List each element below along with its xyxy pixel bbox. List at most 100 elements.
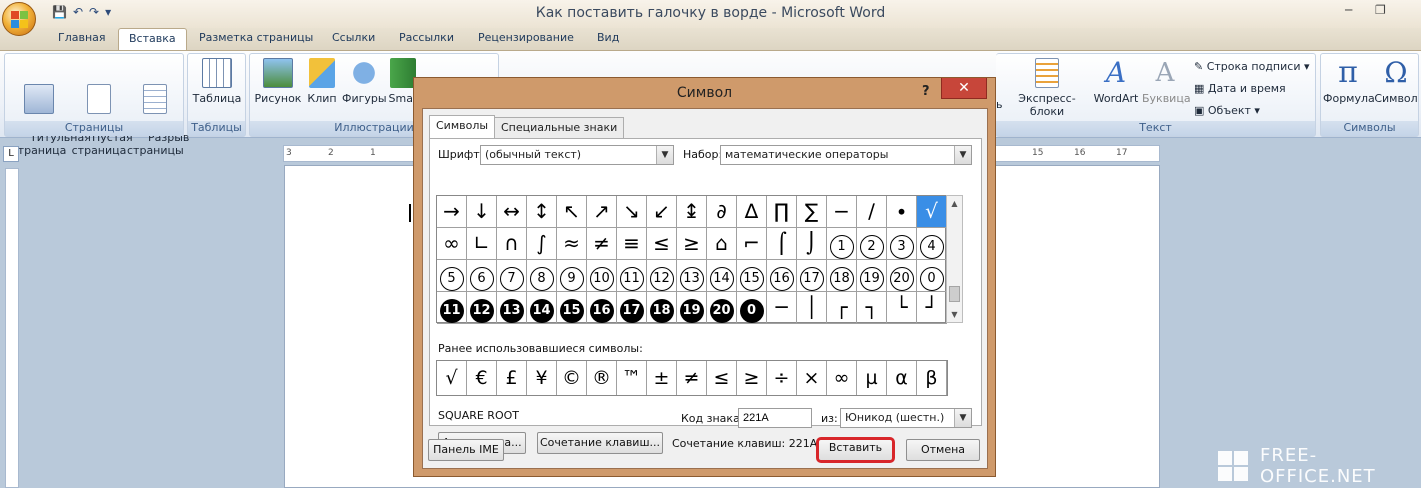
symbol-cell[interactable]: 10 <box>587 260 617 292</box>
symbol-cell[interactable]: → <box>437 196 467 228</box>
symbol-cell[interactable]: 19 <box>677 292 707 324</box>
tab-review[interactable]: Рецензирование <box>478 31 574 44</box>
symbol-cell[interactable]: 1 <box>827 228 857 260</box>
symbol-cell[interactable]: 14 <box>527 292 557 324</box>
symbol-cell[interactable]: 15 <box>737 260 767 292</box>
font-select[interactable]: (обычный текст) ▼ <box>480 145 674 165</box>
shortcut-key-button[interactable]: Сочетание клавиш... <box>537 432 663 454</box>
symbol-cell[interactable]: ∫ <box>527 228 557 260</box>
dropcap-button[interactable]: A Буквица <box>1142 58 1191 105</box>
blank-page-button[interactable]: Пустая страница <box>71 58 133 170</box>
symbol-cell[interactable]: ∞ <box>437 228 467 260</box>
tab-page-layout[interactable]: Разметка страницы <box>199 31 313 44</box>
help-icon[interactable]: ? <box>922 84 930 99</box>
cancel-button[interactable]: Отмена <box>906 439 980 461</box>
recent-symbol-cell[interactable]: √ <box>437 361 467 395</box>
symbol-cell[interactable]: 17 <box>797 260 827 292</box>
symbol-cell[interactable]: ∑ <box>797 196 827 228</box>
symbol-cell[interactable]: ≈ <box>557 228 587 260</box>
symbol-cell[interactable]: − <box>827 196 857 228</box>
tab-special-chars[interactable]: Специальные знаки <box>494 117 625 138</box>
symbol-cell[interactable]: 14 <box>707 260 737 292</box>
clip-button[interactable]: Клип <box>304 58 340 105</box>
symbol-cell[interactable]: └ <box>887 292 917 324</box>
symbol-cell[interactable]: 12 <box>647 260 677 292</box>
symbol-cell[interactable]: ↕ <box>527 196 557 228</box>
tab-view[interactable]: Вид <box>597 31 619 44</box>
symbol-cell[interactable]: 12 <box>467 292 497 324</box>
symbol-cell[interactable]: 6 <box>467 260 497 292</box>
symbol-cell[interactable]: ┐ <box>857 292 887 324</box>
grid-scrollbar[interactable]: ▲ ▼ <box>946 195 963 323</box>
ime-panel-button[interactable]: Панель IME <box>428 439 504 461</box>
symbol-cell[interactable]: 18 <box>647 292 677 324</box>
tab-mailings[interactable]: Рассылки <box>399 31 454 44</box>
formula-button[interactable]: π Формула <box>1323 58 1375 106</box>
symbol-cell[interactable]: ⌡ <box>797 228 827 260</box>
recent-symbol-cell[interactable]: ≠ <box>677 361 707 395</box>
symbol-cell[interactable]: 16 <box>767 260 797 292</box>
office-button[interactable] <box>2 2 36 36</box>
symbol-cell[interactable]: ∕ <box>857 196 887 228</box>
symbol-cell[interactable]: ↔ <box>497 196 527 228</box>
symbol-cell[interactable]: 2 <box>857 228 887 260</box>
symbol-cell[interactable]: ┘ <box>917 292 947 324</box>
date-time-button[interactable]: ▦ Дата и время <box>1194 82 1286 95</box>
symbol-cell[interactable]: ⌐ <box>737 228 767 260</box>
symbol-cell[interactable]: ≡ <box>617 228 647 260</box>
recent-symbol-cell[interactable]: € <box>467 361 497 395</box>
symbol-cell[interactable]: ∙ <box>887 196 917 228</box>
symbol-cell[interactable]: ≠ <box>587 228 617 260</box>
close-icon[interactable]: ✕ <box>941 78 987 99</box>
symbol-cell[interactable]: ↙ <box>647 196 677 228</box>
symbol-cell[interactable]: 20 <box>707 292 737 324</box>
symbol-cell[interactable]: ↓ <box>467 196 497 228</box>
symbol-cell[interactable]: 18 <box>827 260 857 292</box>
signature-line-button[interactable]: ✎ Строка подписи ▾ <box>1194 60 1310 73</box>
symbol-cell[interactable]: 20 <box>887 260 917 292</box>
recent-symbol-cell[interactable]: © <box>557 361 587 395</box>
recent-symbol-cell[interactable]: ® <box>587 361 617 395</box>
symbol-cell[interactable]: 13 <box>677 260 707 292</box>
object-button[interactable]: ▣ Объект ▾ <box>1194 104 1260 117</box>
symbol-cell[interactable]: 19 <box>857 260 887 292</box>
tab-references[interactable]: Ссылки <box>332 31 375 44</box>
tab-selector[interactable]: L <box>3 146 19 162</box>
table-button[interactable]: Таблица <box>192 58 242 105</box>
symbol-cell[interactable]: 5 <box>437 260 467 292</box>
recent-symbol-cell[interactable]: ¥ <box>527 361 557 395</box>
symbol-grid[interactable]: → ↓ ↔ ↕ ↖ ↗ ↘ ↙ ↨ ∂ ∆ ∏ ∑ − ∕ ∙ √ ∞ ∟ ∩ ∫ ≈ ≠ ≡ ≤ ≥ ⌂ ⌐ ⌠ ⌡ 1 2 3 4 5 6 7 8 9 1… <box>436 195 947 324</box>
symbol-cell[interactable]: 3 <box>887 228 917 260</box>
scroll-up-icon[interactable]: ▲ <box>947 196 962 211</box>
symbol-cell[interactable]: 17 <box>617 292 647 324</box>
symbol-cell[interactable]: 11 <box>617 260 647 292</box>
encoding-select[interactable]: Юникод (шестн.) ▼ <box>840 408 972 428</box>
recent-symbol-cell[interactable]: × <box>797 361 827 395</box>
symbol-cell[interactable]: ⌂ <box>707 228 737 260</box>
symbol-cell[interactable]: ↖ <box>557 196 587 228</box>
symbol-cell[interactable]: 0 <box>737 292 767 324</box>
tab-insert[interactable]: Вставка <box>118 28 187 51</box>
symbol-cell[interactable]: ∟ <box>467 228 497 260</box>
symbol-cell[interactable]: 13 <box>497 292 527 324</box>
recent-symbols[interactable]: √ € £ ¥ © ® ™ ± ≠ ≤ ≥ ÷ × ∞ µ α β <box>436 360 948 396</box>
scroll-down-icon[interactable]: ▼ <box>947 307 962 322</box>
recent-symbol-cell[interactable]: ± <box>647 361 677 395</box>
symbol-cell[interactable]: 15 <box>557 292 587 324</box>
symbol-cell[interactable]: ∂ <box>707 196 737 228</box>
recent-symbol-cell[interactable]: β <box>917 361 947 395</box>
symbol-cell[interactable]: ∏ <box>767 196 797 228</box>
char-code-input[interactable] <box>738 408 812 428</box>
recent-symbol-cell[interactable]: £ <box>497 361 527 395</box>
shapes-button[interactable]: Фигуры <box>342 58 387 105</box>
minimize-icon[interactable]: ─ <box>1345 3 1352 17</box>
recent-symbol-cell[interactable]: µ <box>857 361 887 395</box>
page-break-button[interactable]: Разрыв страницы <box>127 58 189 170</box>
symbol-cell[interactable]: 11 <box>437 292 467 324</box>
recent-symbol-cell[interactable]: ÷ <box>767 361 797 395</box>
symbol-button[interactable]: Ω Символ <box>1373 58 1419 106</box>
scroll-thumb[interactable] <box>949 286 960 302</box>
symbol-cell[interactable]: 9 <box>557 260 587 292</box>
insert-button[interactable]: Вставить <box>816 437 895 463</box>
tab-home[interactable]: Главная <box>58 31 106 44</box>
